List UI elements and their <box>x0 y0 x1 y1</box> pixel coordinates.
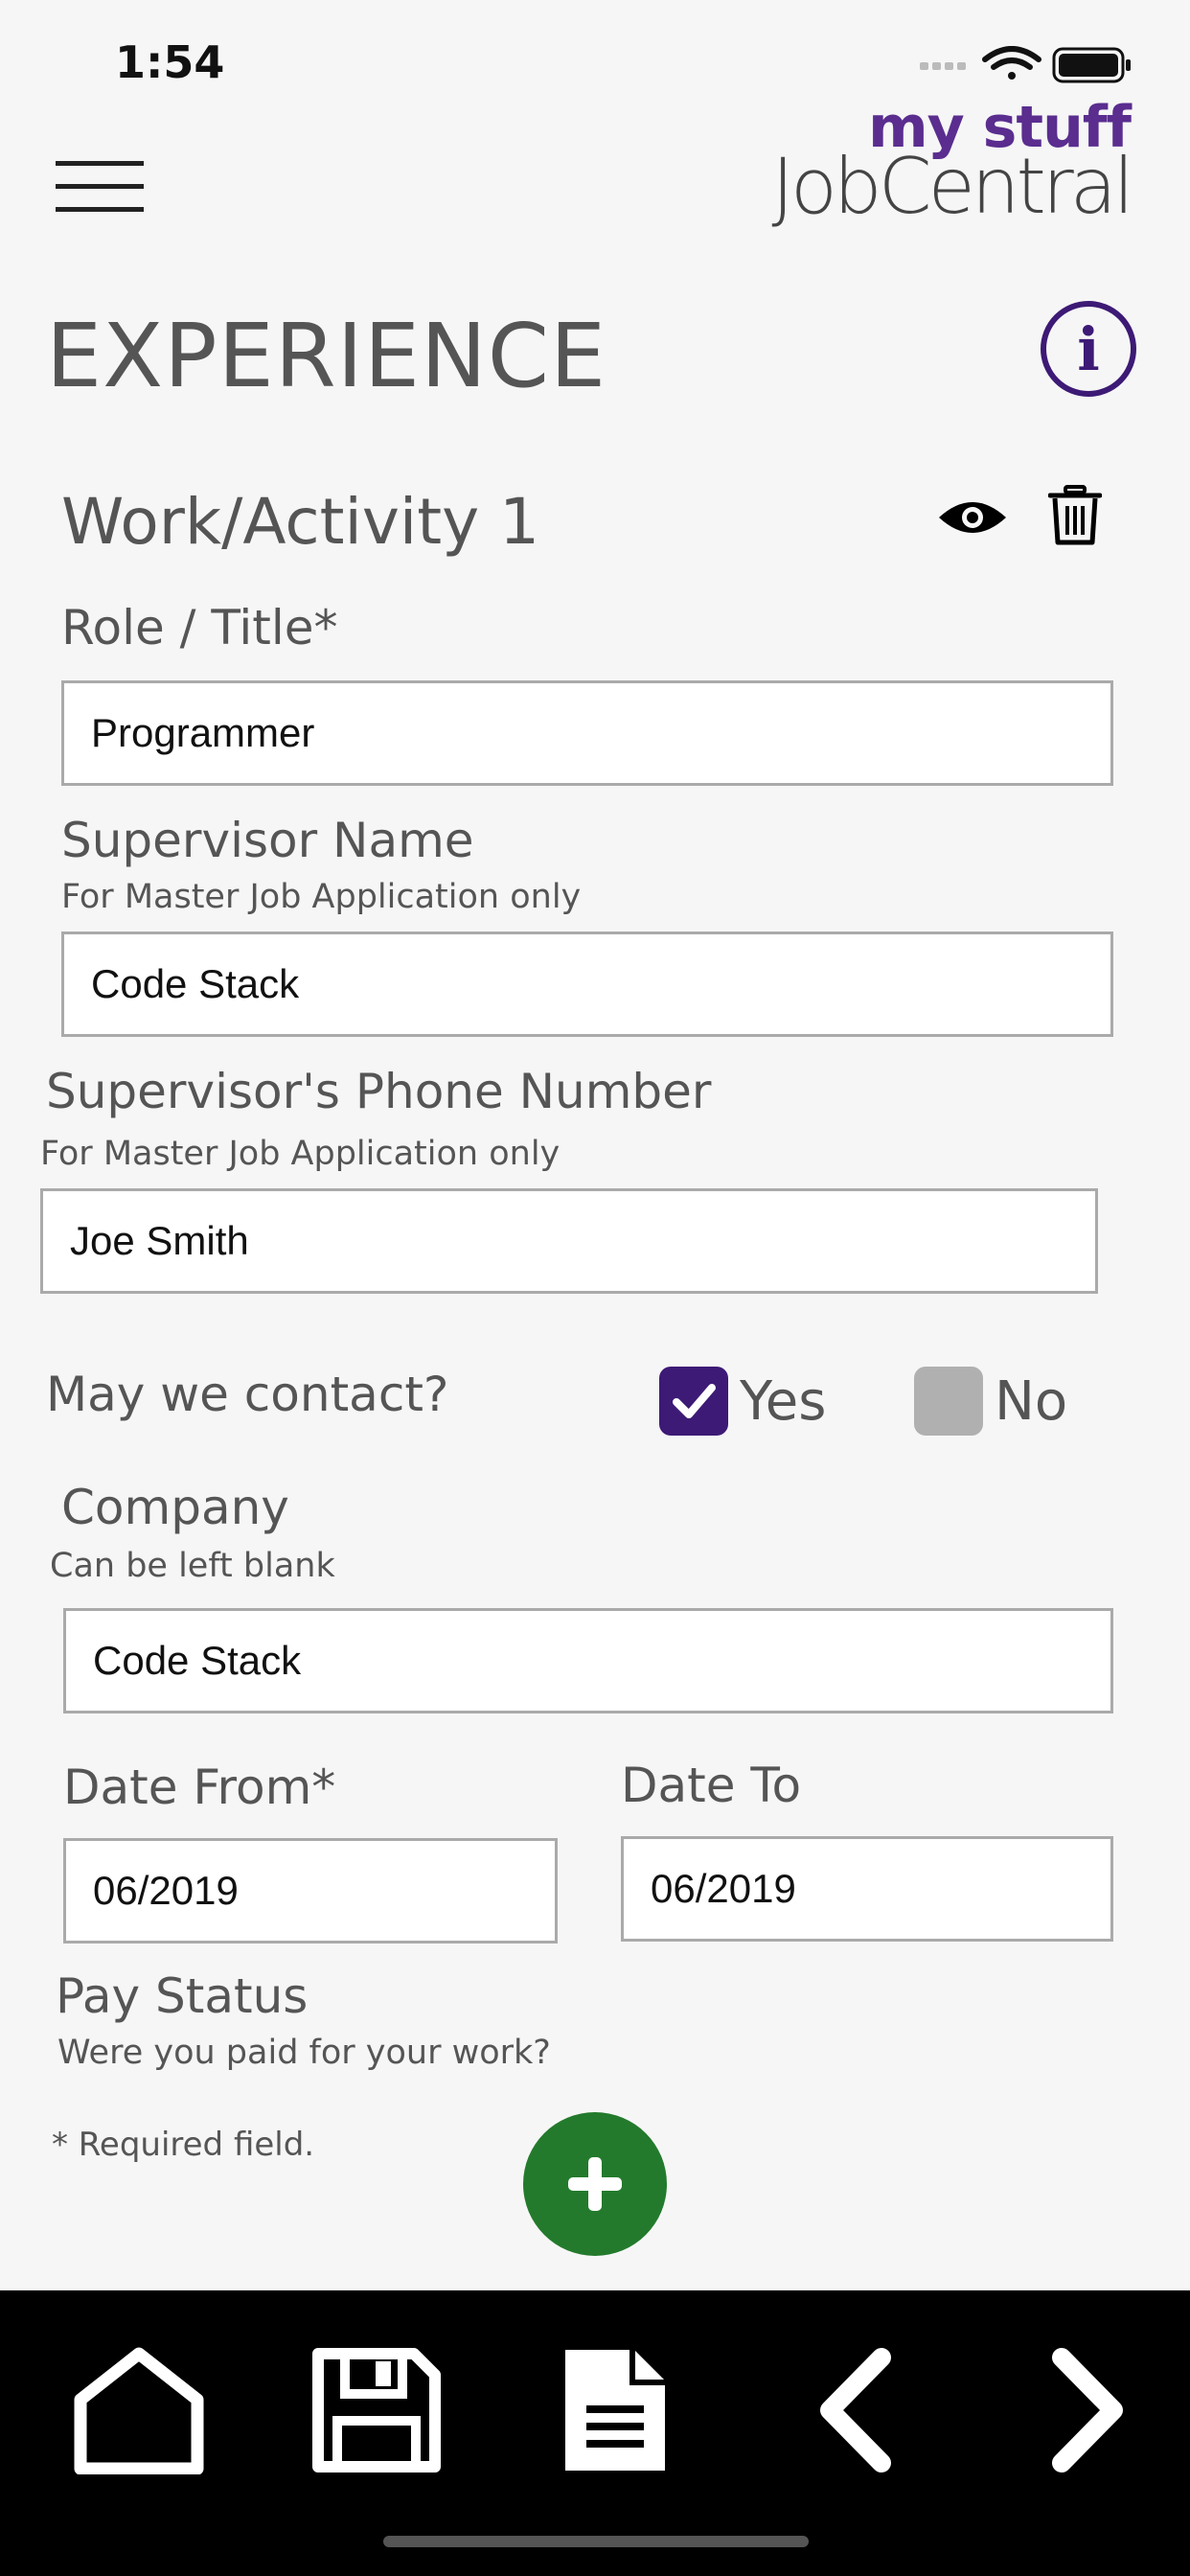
checkmark-icon <box>673 1384 716 1418</box>
page-title: EXPERIENCE <box>46 305 607 407</box>
document-icon[interactable] <box>561 2346 669 2474</box>
wifi-icon <box>982 46 1041 80</box>
home-indicator <box>383 2536 809 2547</box>
eye-icon[interactable] <box>937 494 1008 540</box>
pay-status-hint: Were you paid for your work? <box>57 2034 551 2072</box>
battery-icon <box>1052 47 1131 83</box>
date-from-input[interactable]: 06/2019 <box>63 1838 558 1944</box>
date-from-label: Date From* <box>63 1760 336 1815</box>
pay-status-label: Pay Status <box>56 1968 309 2024</box>
role-label: Role / Title* <box>61 600 338 656</box>
status-time: 1:54 <box>115 36 225 88</box>
home-icon[interactable] <box>73 2346 205 2474</box>
logo-jobcentral: JobCentral <box>771 142 1134 231</box>
supervisor-phone-hint: For Master Job Application only <box>40 1135 561 1173</box>
company-input[interactable]: Code Stack <box>63 1608 1113 1714</box>
company-hint: Can be left blank <box>50 1547 335 1585</box>
section-title: Work/Activity 1 <box>61 485 540 559</box>
contact-no-checkbox[interactable] <box>914 1367 983 1436</box>
supervisor-name-hint: For Master Job Application only <box>61 878 582 916</box>
supervisor-phone-input[interactable]: Joe Smith <box>40 1188 1098 1294</box>
contact-no-label[interactable]: No <box>995 1370 1067 1433</box>
date-to-input[interactable]: 06/2019 <box>621 1836 1113 1942</box>
date-to-label: Date To <box>621 1758 802 1813</box>
trash-icon[interactable] <box>1048 485 1102 546</box>
info-icon[interactable]: i <box>1041 301 1136 397</box>
supervisor-name-label: Supervisor Name <box>61 813 474 868</box>
plus-icon <box>568 2157 622 2211</box>
back-icon[interactable] <box>811 2346 899 2474</box>
cellular-signal-icon <box>920 62 966 70</box>
supervisor-phone-label: Supervisor's Phone Number <box>46 1064 712 1119</box>
company-label: Company <box>61 1480 289 1535</box>
add-button[interactable] <box>523 2112 667 2256</box>
forward-icon[interactable] <box>1044 2346 1133 2474</box>
contact-label: May we contact? <box>46 1367 449 1422</box>
contact-yes-checkbox[interactable] <box>659 1367 728 1436</box>
status-icons <box>920 46 1131 83</box>
save-icon[interactable] <box>310 2346 443 2474</box>
role-input[interactable]: Programmer <box>61 680 1113 786</box>
required-note: * Required field. <box>52 2126 315 2164</box>
supervisor-name-input[interactable]: Code Stack <box>61 932 1113 1037</box>
contact-yes-label[interactable]: Yes <box>740 1370 826 1433</box>
menu-icon[interactable] <box>56 161 144 215</box>
